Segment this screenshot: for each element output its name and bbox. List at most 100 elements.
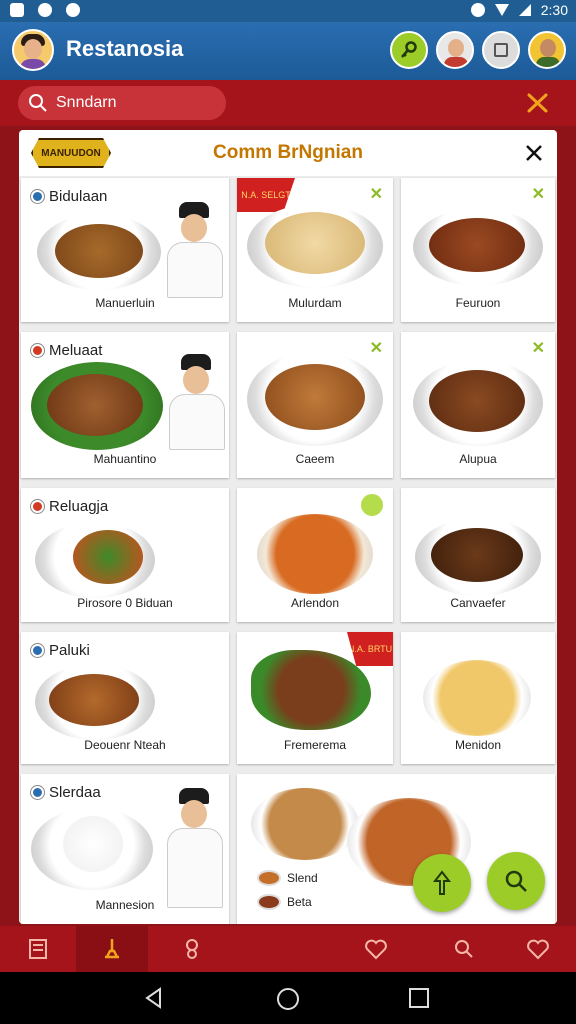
featured-card[interactable]: Slend Beta: [237, 774, 555, 924]
section-label: Paluki: [31, 642, 90, 659]
dish-image: [47, 374, 143, 436]
dish-image: [265, 212, 365, 274]
chef-image: [169, 354, 225, 450]
search-nav-icon: [455, 940, 473, 958]
dish-image: [251, 788, 359, 860]
dish-card[interactable]: ✕ Alupua: [401, 332, 555, 478]
dish-grid: Bidulaan Manuerluin N.A. SELGT ✕ Mulurda…: [19, 176, 557, 924]
nav-favorites[interactable]: [340, 926, 412, 972]
dish-name: Manuerluin: [95, 296, 155, 310]
key-icon[interactable]: [390, 31, 428, 69]
dish-card[interactable]: Arlendon: [237, 488, 393, 622]
dish-card[interactable]: Menidon: [401, 632, 555, 764]
dish-image: [55, 224, 143, 278]
dish-name: Canvaefer: [450, 596, 506, 610]
dish-card[interactable]: ✕ Feuruon: [401, 178, 555, 322]
dish-image: [49, 674, 139, 726]
home-icon[interactable]: [275, 986, 301, 1012]
dish-image: [251, 650, 371, 730]
settings-icon: [38, 3, 52, 17]
dish-thumb-icon: [257, 894, 281, 910]
up-arrow-icon: [432, 870, 452, 895]
legend-item: Beta: [257, 894, 312, 910]
dish-name: Mahuantino: [93, 452, 157, 466]
search-icon: [505, 870, 527, 892]
dish-name: Alupua: [459, 452, 497, 466]
alarm-icon: [470, 3, 485, 17]
dish-image: [429, 218, 525, 272]
menu-icon: [29, 939, 47, 959]
menu-panel: MANUUDON Comm BrNgnian Bidulaan Manuerlu…: [19, 130, 557, 924]
tools-icon[interactable]: [526, 92, 550, 114]
search-fab-button[interactable]: [487, 852, 545, 910]
search-input[interactable]: [56, 94, 206, 112]
section-dot-icon: [31, 786, 44, 799]
dish-name: Mannesion: [95, 898, 155, 912]
close-icon[interactable]: ✕: [532, 184, 545, 204]
heart-icon: [365, 939, 387, 960]
nav-search[interactable]: [428, 926, 500, 972]
legend-item: Slend: [257, 870, 318, 886]
dish-name: Deouenr Nteah: [84, 738, 166, 752]
nav-saved[interactable]: [502, 926, 574, 972]
dish-card[interactable]: Reluagja Pirosore 0 Biduan: [21, 488, 229, 622]
nav-menu[interactable]: [2, 926, 74, 972]
dish-name: Arlendon: [290, 596, 340, 610]
chef-image: [167, 788, 223, 908]
dish-image: [429, 370, 525, 432]
staff-avatar-1[interactable]: [436, 31, 474, 69]
message-icon: [66, 3, 80, 17]
dish-image: [431, 528, 523, 582]
nav-chef[interactable]: [76, 926, 148, 972]
close-icon[interactable]: ✕: [370, 184, 383, 204]
app-title: Restanosia: [66, 36, 184, 61]
stop-icon[interactable]: [482, 31, 520, 69]
recents-icon[interactable]: [407, 986, 431, 1010]
back-icon[interactable]: [142, 986, 166, 1010]
staff-avatar-2[interactable]: [528, 31, 566, 69]
app-bar: Restanosia: [0, 22, 576, 80]
cart-icon: [186, 939, 198, 959]
section-dot-icon: [31, 644, 44, 657]
dish-name: Fremerema: [283, 738, 346, 752]
close-icon[interactable]: ✕: [370, 338, 383, 358]
chef-image: [167, 202, 223, 298]
lime-icon: [359, 492, 385, 518]
system-nav-bar: [0, 972, 576, 1024]
dish-card[interactable]: Slerdaa Mannesion: [21, 774, 229, 924]
dish-card[interactable]: Paluki Deouenr Nteah: [21, 632, 229, 764]
section-label: Meluaat: [31, 342, 102, 359]
panel-title: Comm BrNgnian: [213, 142, 363, 163]
close-icon[interactable]: ✕: [532, 338, 545, 358]
bottom-nav: [0, 926, 576, 972]
dish-image: [73, 530, 143, 584]
search-box[interactable]: [18, 86, 226, 120]
dish-card[interactable]: Bidulaan Manuerluin: [21, 178, 229, 322]
promo-ribbon: N.A. BRTU: [347, 632, 393, 666]
dish-card[interactable]: Canvaefer: [401, 488, 555, 622]
search-icon: [29, 94, 47, 112]
dish-thumb-icon: [257, 870, 281, 886]
close-icon[interactable]: [523, 142, 545, 164]
user-avatar[interactable]: [12, 29, 54, 71]
section-label: Bidulaan: [31, 188, 107, 205]
chef-hat-icon: [105, 939, 119, 959]
signal-icon: [518, 4, 531, 16]
section-label: Slerdaa: [31, 784, 101, 801]
dish-card[interactable]: N.A. SELGT ✕ Mulurdam: [237, 178, 393, 322]
dish-image: [257, 514, 373, 594]
section-label: Reluagja: [31, 498, 108, 515]
dish-name: Feuruon: [455, 296, 501, 310]
dish-name: Mulurdam: [288, 296, 342, 310]
section-dot-icon: [31, 190, 44, 203]
dish-name: Caeem: [295, 452, 335, 466]
dish-card[interactable]: N.A. BRTU Fremerema: [237, 632, 393, 764]
status-bar: 2:30: [0, 0, 576, 22]
nav-cart[interactable]: [156, 926, 228, 972]
dish-card[interactable]: Meluaat Mahuantino: [21, 332, 229, 478]
clock: 2:30: [540, 2, 568, 18]
dish-card[interactable]: ✕ Caeem: [237, 332, 393, 478]
scroll-up-button[interactable]: [413, 854, 471, 912]
dish-name: Pirosore 0 Biduan: [77, 596, 173, 610]
heart-outline-icon: [527, 939, 549, 960]
